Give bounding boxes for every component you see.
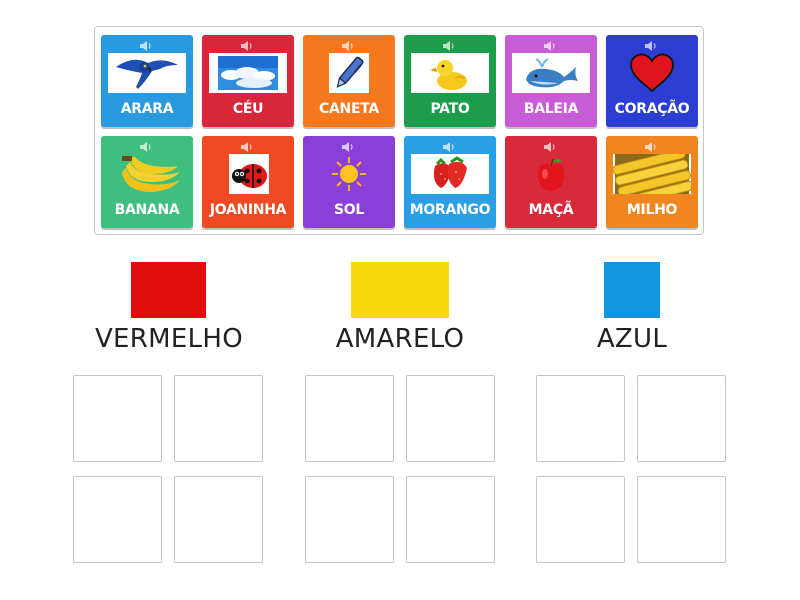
- category-title-amarelo: AMARELO: [335, 324, 465, 354]
- speaker-icon[interactable]: [341, 40, 355, 52]
- yellow-swatch: [351, 262, 449, 318]
- heart-icon: [613, 53, 691, 93]
- card-coracao[interactable]: CORAÇÃO: [606, 35, 698, 127]
- speaker-icon[interactable]: [644, 141, 658, 153]
- card-maca[interactable]: MAÇÃ: [505, 136, 597, 228]
- ladybug-icon: [209, 154, 287, 194]
- drop-slot-vermelho[interactable]: [174, 375, 263, 462]
- speaker-icon[interactable]: [139, 141, 153, 153]
- drop-slot-vermelho[interactable]: [73, 375, 162, 462]
- card-ceu[interactable]: CÉU: [202, 35, 294, 127]
- drop-slot-vermelho[interactable]: [174, 476, 263, 563]
- corn-icon: [613, 154, 691, 194]
- speaker-icon[interactable]: [341, 141, 355, 153]
- card-pato[interactable]: PATO: [404, 35, 496, 127]
- speaker-icon[interactable]: [644, 40, 658, 52]
- speaker-icon[interactable]: [543, 40, 557, 52]
- card-milho[interactable]: MILHO: [606, 136, 698, 228]
- card-label: CANETA: [319, 101, 379, 117]
- card-label: ARARA: [120, 101, 174, 117]
- red-swatch: [131, 262, 206, 318]
- strawberry-icon: [411, 154, 489, 194]
- speaker-icon[interactable]: [543, 141, 557, 153]
- card-joaninha[interactable]: JOANINHA: [202, 136, 294, 228]
- speaker-icon[interactable]: [240, 40, 254, 52]
- card-banana[interactable]: BANANA: [101, 136, 193, 228]
- drop-slot-amarelo[interactable]: [406, 476, 495, 563]
- category-title-vermelho: VERMELHO: [94, 324, 244, 354]
- card-label: MORANGO: [409, 202, 491, 218]
- card-tray: ARARA CÉU CANETA PATO BALEIA CORAÇÃO BAN…: [94, 26, 704, 235]
- speaker-icon[interactable]: [442, 141, 456, 153]
- pen-icon: [310, 53, 388, 93]
- card-label: BANANA: [114, 202, 180, 218]
- card-label: MILHO: [626, 202, 678, 218]
- whale-icon: [512, 53, 590, 93]
- drop-slot-azul[interactable]: [637, 375, 726, 462]
- drop-slot-azul[interactable]: [536, 476, 625, 563]
- speaker-icon[interactable]: [139, 40, 153, 52]
- drop-slot-vermelho[interactable]: [73, 476, 162, 563]
- sky-icon: [209, 53, 287, 93]
- card-caneta[interactable]: CANETA: [303, 35, 395, 127]
- card-label: PATO: [430, 101, 470, 117]
- card-label: CÉU: [232, 101, 264, 117]
- card-baleia[interactable]: BALEIA: [505, 35, 597, 127]
- card-label: SOL: [333, 202, 364, 218]
- card-morango[interactable]: MORANGO: [404, 136, 496, 228]
- speaker-icon[interactable]: [442, 40, 456, 52]
- card-arara[interactable]: ARARA: [101, 35, 193, 127]
- speaker-icon[interactable]: [240, 141, 254, 153]
- card-label: BALEIA: [523, 101, 579, 117]
- drop-slot-amarelo[interactable]: [305, 375, 394, 462]
- macaw-icon: [108, 53, 186, 93]
- category-title-azul: AZUL: [596, 324, 668, 354]
- card-sol[interactable]: SOL: [303, 136, 395, 228]
- apple-icon: [512, 154, 590, 194]
- drop-slot-azul[interactable]: [637, 476, 726, 563]
- sun-icon: [310, 154, 388, 194]
- drop-slot-amarelo[interactable]: [406, 375, 495, 462]
- drop-slot-azul[interactable]: [536, 375, 625, 462]
- card-label: JOANINHA: [209, 202, 287, 218]
- card-label: CORAÇÃO: [614, 101, 690, 117]
- duck-icon: [411, 53, 489, 93]
- drop-slot-amarelo[interactable]: [305, 476, 394, 563]
- blue-swatch: [604, 262, 660, 318]
- card-label: MAÇÃ: [528, 202, 574, 218]
- banana-icon: [108, 154, 186, 194]
